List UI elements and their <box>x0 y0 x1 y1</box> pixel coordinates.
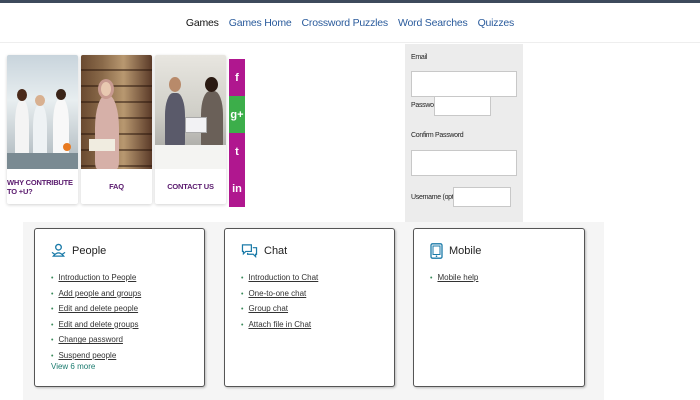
email-field[interactable] <box>411 71 517 97</box>
office-photo <box>155 55 226 169</box>
list-item: Mobile help <box>430 271 478 287</box>
link-mobile-help[interactable]: Mobile help <box>437 273 478 282</box>
panel-title-text: Mobile <box>449 245 482 257</box>
password-field[interactable] <box>434 96 491 116</box>
email-label: Email <box>411 54 428 61</box>
card-why-contribute[interactable]: WHY CONTRIBUTE TO +U? <box>7 55 78 204</box>
chat-panel: Chat Introduction to Chat One-to-one cha… <box>224 228 395 387</box>
link-edit-and-delete-groups[interactable]: Edit and delete groups <box>58 320 138 329</box>
nav-word-searches[interactable]: Word Searches <box>398 17 468 29</box>
link-attach-file-in-chat[interactable]: Attach file in Chat <box>248 320 311 329</box>
library-photo <box>81 55 152 169</box>
nav-games[interactable]: Games <box>186 17 219 29</box>
signup-form: Email Password Confirm Password Username… <box>405 44 523 222</box>
google-plus-icon[interactable]: g+ <box>229 96 245 133</box>
mobile-links: Mobile help <box>430 271 478 287</box>
link-introduction-to-chat[interactable]: Introduction to Chat <box>248 273 318 282</box>
mobile-panel-title: Mobile <box>430 243 481 259</box>
card-caption: WHY CONTRIBUTE TO +U? <box>7 177 73 196</box>
chat-icon <box>241 244 258 258</box>
view-more-link[interactable]: View 6 more <box>51 362 95 371</box>
link-one-to-one-chat[interactable]: One-to-one chat <box>248 289 306 298</box>
mobile-icon <box>430 243 443 259</box>
social-share-bar: f g+ t in <box>229 59 245 207</box>
people-panel: People Introduction to People Add people… <box>34 228 205 387</box>
people-panel-title: People <box>51 243 106 258</box>
link-add-people-and-groups[interactable]: Add people and groups <box>58 289 141 298</box>
nav-quizzes[interactable]: Quizzes <box>478 17 515 29</box>
list-item: Group chat <box>241 302 318 318</box>
card-contact-us[interactable]: CONTACT US <box>155 55 226 204</box>
list-item: Add people and groups <box>51 287 141 303</box>
link-edit-and-delete-people[interactable]: Edit and delete people <box>58 304 138 313</box>
twitter-icon[interactable]: t <box>229 133 245 170</box>
people-icon <box>51 243 66 257</box>
list-item: Edit and delete groups <box>51 318 141 334</box>
list-item: Introduction to People <box>51 271 141 287</box>
link-group-chat[interactable]: Group chat <box>248 304 288 313</box>
linkedin-icon[interactable]: in <box>229 170 245 207</box>
username-field[interactable] <box>453 187 511 207</box>
link-suspend-people[interactable]: Suspend people <box>58 351 116 360</box>
list-item: Introduction to Chat <box>241 271 318 287</box>
nav-games-home[interactable]: Games Home <box>229 17 292 29</box>
list-item: Change password <box>51 333 141 349</box>
link-change-password[interactable]: Change password <box>58 335 122 344</box>
people-links: Introduction to People Add people and gr… <box>51 271 141 365</box>
card-caption: CONTACT US <box>167 182 214 191</box>
panel-title-text: People <box>72 244 107 257</box>
mobile-panel: Mobile Mobile help <box>413 228 585 387</box>
panel-title-text: Chat <box>264 244 288 257</box>
info-cards: WHY CONTRIBUTE TO +U? FAQ CONTACT US <box>7 55 226 204</box>
confirm-password-field[interactable] <box>411 150 517 176</box>
card-caption: FAQ <box>109 182 124 191</box>
confirm-password-label: Confirm Password <box>411 132 464 139</box>
lab-photo <box>7 55 78 169</box>
facebook-icon[interactable]: f <box>229 59 245 96</box>
chat-panel-title: Chat <box>241 243 287 258</box>
list-item: One-to-one chat <box>241 287 318 303</box>
nav-crossword-puzzles[interactable]: Crossword Puzzles <box>302 17 389 29</box>
chat-links: Introduction to Chat One-to-one chat Gro… <box>241 271 318 333</box>
list-item: Edit and delete people <box>51 302 141 318</box>
card-faq[interactable]: FAQ <box>81 55 152 204</box>
link-introduction-to-people[interactable]: Introduction to People <box>58 273 136 282</box>
top-navigation: Games Games Home Crossword Puzzles Word … <box>0 3 700 43</box>
list-item: Attach file in Chat <box>241 318 318 334</box>
